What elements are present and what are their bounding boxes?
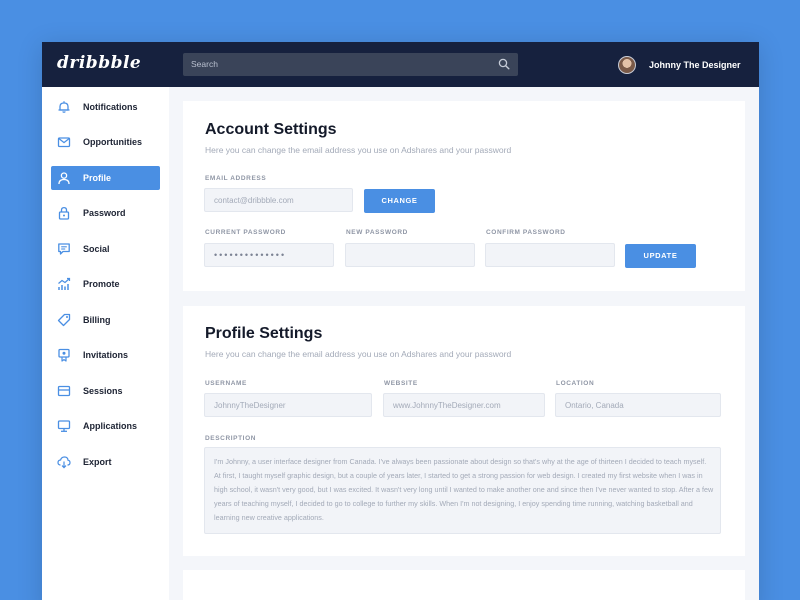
current-password-field[interactable]: •••••••••••••• <box>204 243 334 267</box>
sidebar-item-label: Promote <box>83 279 120 289</box>
sidebar-item-notifications[interactable]: Notifications <box>51 95 160 119</box>
sidebar-item-opportunities[interactable]: Opportunities <box>51 130 160 154</box>
description-label: DESCRIPTION <box>205 435 257 442</box>
sidebar-item-label: Sessions <box>83 386 123 396</box>
account-settings-title: Account Settings <box>205 121 337 138</box>
envelope-icon <box>57 137 71 148</box>
profile-settings-card: Profile Settings Here you can change the… <box>183 306 745 556</box>
app-window: dribbble Search Johnny The Designer Noti… <box>42 42 759 600</box>
sidebar-item-label: Export <box>83 457 112 467</box>
sidebar-item-label: Profile <box>83 173 112 183</box>
sidebar-item-label: Notifications <box>83 102 138 112</box>
chat-icon <box>58 243 70 255</box>
sidebar-item-label: Billing <box>83 315 111 325</box>
monitor-icon <box>57 420 71 432</box>
location-label: LOCATION <box>556 380 595 387</box>
user-icon <box>58 172 70 185</box>
sidebar-item-label: Password <box>83 208 126 218</box>
additional-settings-card <box>183 570 745 600</box>
dribbble-logo[interactable]: dribbble <box>57 53 141 73</box>
profile-settings-title: Profile Settings <box>205 325 323 342</box>
confirm-password-field[interactable] <box>485 243 615 267</box>
current-password-value: •••••••••••••• <box>214 250 287 260</box>
change-button[interactable]: CHANGE <box>364 189 435 213</box>
sidebar: Notifications Opportunities Profile Pass… <box>42 87 169 600</box>
badge-icon <box>58 348 70 362</box>
search-input[interactable]: Search <box>183 53 518 76</box>
description-value: I'm Johnny, a user interface designer fr… <box>214 457 714 522</box>
avatar[interactable] <box>618 56 636 74</box>
email-placeholder: contact@dribbble.com <box>214 196 294 205</box>
sidebar-item-billing[interactable]: Billing <box>51 308 160 332</box>
sidebar-item-sessions[interactable]: Sessions <box>51 379 160 403</box>
update-button[interactable]: UPDATE <box>625 244 696 268</box>
website-value: www.JohnnyTheDesigner.com <box>393 401 501 410</box>
new-password-field[interactable] <box>345 243 475 267</box>
bell-icon <box>58 101 70 113</box>
location-field[interactable]: Ontario, Canada <box>555 393 721 417</box>
sidebar-item-label: Social <box>83 244 110 254</box>
search-icon[interactable] <box>498 58 510 70</box>
sidebar-item-label: Invitations <box>83 350 129 360</box>
sidebar-item-export[interactable]: Export <box>51 450 160 474</box>
sidebar-item-label: Opportunities <box>83 137 142 147</box>
lock-icon <box>58 206 70 220</box>
username-value: JohnnyTheDesigner <box>214 401 286 410</box>
website-label: WEBSITE <box>384 380 418 387</box>
username-field[interactable]: JohnnyTheDesigner <box>204 393 372 417</box>
current-password-label: CURRENT PASSWORD <box>205 229 286 236</box>
sidebar-item-profile[interactable]: Profile <box>51 166 160 190</box>
confirm-password-label: CONFIRM PASSWORD <box>486 229 566 236</box>
username-label: USERNAME <box>205 380 247 387</box>
sidebar-item-social[interactable]: Social <box>51 237 160 261</box>
description-textarea[interactable]: I'm Johnny, a user interface designer fr… <box>204 447 721 534</box>
email-label: EMAIL ADDRESS <box>205 175 267 182</box>
trend-icon <box>58 277 71 290</box>
website-field[interactable]: www.JohnnyTheDesigner.com <box>383 393 545 417</box>
account-settings-card: Account Settings Here you can change the… <box>183 101 745 291</box>
sidebar-item-password[interactable]: Password <box>51 201 160 225</box>
profile-settings-subtitle: Here you can change the email address yo… <box>205 349 512 359</box>
search-placeholder: Search <box>191 59 218 69</box>
sidebar-item-label: Applications <box>83 421 138 431</box>
account-settings-subtitle: Here you can change the email address yo… <box>205 145 512 155</box>
email-field[interactable]: contact@dribbble.com <box>204 188 353 212</box>
download-icon <box>57 456 71 469</box>
location-value: Ontario, Canada <box>565 401 624 410</box>
tag-icon <box>57 313 71 327</box>
sidebar-item-applications[interactable]: Applications <box>51 414 160 438</box>
top-bar: dribbble Search Johnny The Designer <box>42 42 759 87</box>
sidebar-item-promote[interactable]: Promote <box>51 272 160 296</box>
user-name[interactable]: Johnny The Designer <box>649 60 741 70</box>
card-icon <box>57 385 71 397</box>
new-password-label: NEW PASSWORD <box>346 229 408 236</box>
sidebar-item-invitations[interactable]: Invitations <box>51 343 160 367</box>
